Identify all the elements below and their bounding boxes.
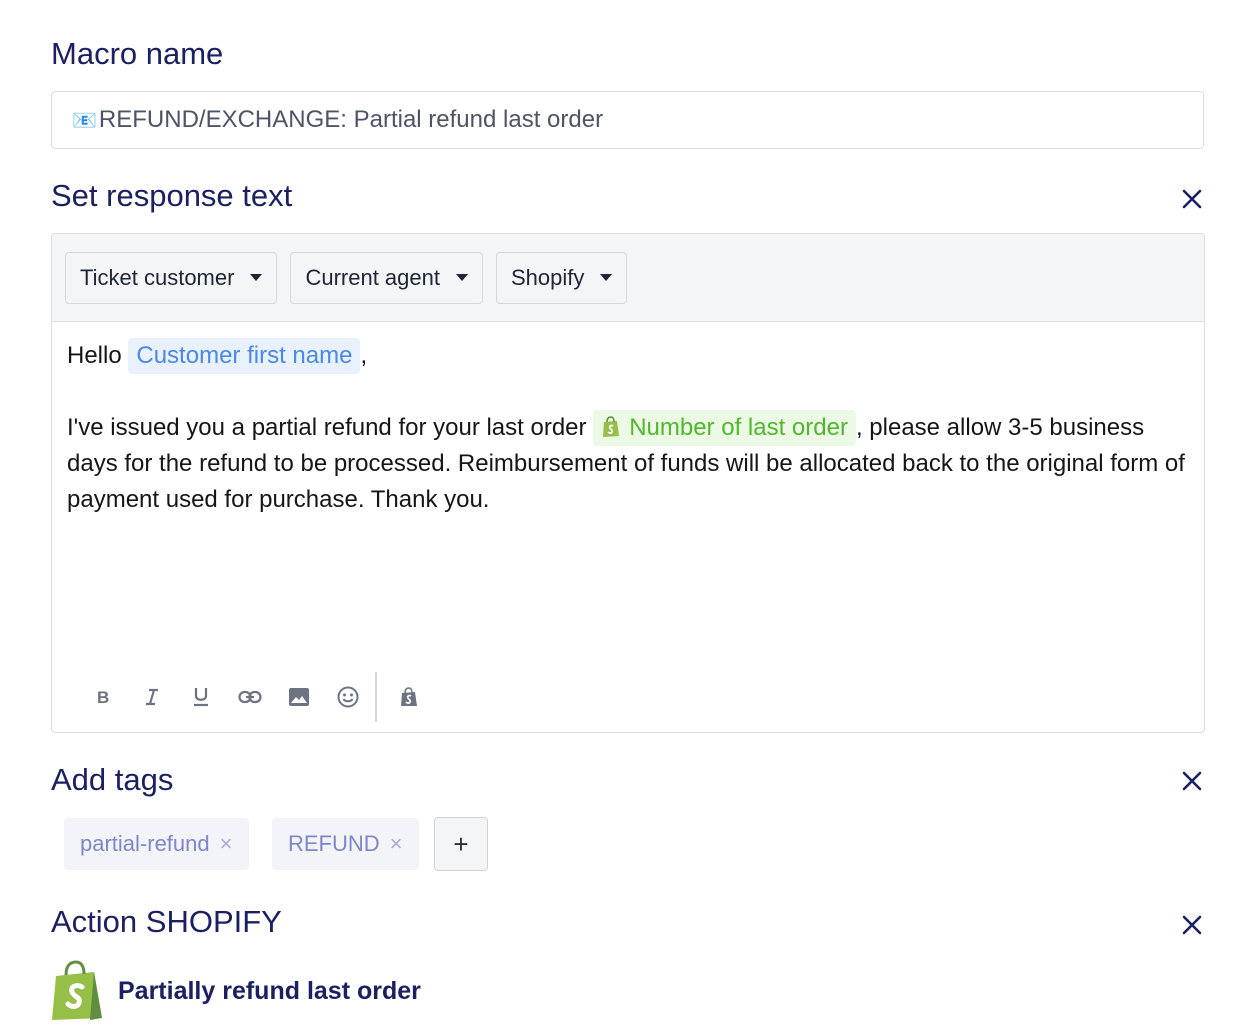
shopify-insert-button[interactable] xyxy=(384,677,433,717)
remove-tag-icon[interactable]: × xyxy=(390,831,403,857)
action-item-label: Partially refund last order xyxy=(118,976,421,1005)
shopify-icon xyxy=(400,687,417,706)
mail-icon: 📧 xyxy=(72,109,97,132)
message-paragraph: I've issued you a partial refund for you… xyxy=(67,410,1189,518)
caret-down-icon xyxy=(600,274,613,281)
tag-label: REFUND xyxy=(288,831,380,856)
remove-action-button[interactable] xyxy=(1178,911,1206,939)
response-editor: Ticket customer Current agent Shopify He… xyxy=(51,233,1205,733)
greeting-line: Hello Customer first name, xyxy=(67,338,1189,374)
order-variable-label: Number of last order xyxy=(629,414,848,441)
underline-button[interactable] xyxy=(176,677,225,717)
greeting-comma: , xyxy=(360,342,368,369)
action-shopify-heading: Action SHOPIFY xyxy=(51,904,282,939)
dropdown-label: Shopify xyxy=(510,264,585,290)
message-text-start: I've issued you a partial refund for you… xyxy=(67,414,587,441)
formatting-toolbar: B xyxy=(52,672,433,722)
underline-icon xyxy=(193,688,208,707)
bold-button[interactable]: B xyxy=(78,677,127,717)
italic-icon xyxy=(145,688,158,706)
add-tags-heading: Add tags xyxy=(51,762,174,797)
close-icon xyxy=(1182,915,1202,935)
toolbar-divider xyxy=(375,672,377,722)
greeting-text: Hello xyxy=(67,342,122,369)
variables-toolbar: Ticket customer Current agent Shopify xyxy=(52,234,1204,322)
shopify-logo-icon xyxy=(52,960,102,1020)
ticket-customer-dropdown[interactable]: Ticket customer xyxy=(65,251,278,304)
link-button[interactable] xyxy=(225,677,274,717)
remove-tags-button[interactable] xyxy=(1178,767,1206,795)
caret-down-icon xyxy=(250,274,263,281)
image-button[interactable] xyxy=(274,677,323,717)
response-text-area[interactable]: Hello Customer first name, I've issued y… xyxy=(52,322,1204,518)
bold-icon: B xyxy=(97,688,109,707)
emoji-button[interactable] xyxy=(323,677,372,717)
plus-icon: + xyxy=(453,828,469,859)
dropdown-label: Current agent xyxy=(305,264,440,290)
italic-button[interactable] xyxy=(127,677,176,717)
response-text-heading: Set response text xyxy=(51,178,293,213)
last-order-number-variable[interactable]: Number of last order xyxy=(593,410,856,446)
tag-chip: REFUND × xyxy=(272,818,419,870)
tag-label: partial-refund xyxy=(80,831,210,856)
tag-chip: partial-refund × xyxy=(64,818,249,870)
remove-response-text-button[interactable] xyxy=(1178,185,1206,213)
macro-name-value: REFUND/EXCHANGE: Partial refund last ord… xyxy=(98,106,604,133)
close-icon xyxy=(1182,771,1202,791)
dropdown-label: Ticket customer xyxy=(80,264,235,290)
remove-tag-icon[interactable]: × xyxy=(220,831,233,857)
caret-down-icon xyxy=(455,274,468,281)
close-icon xyxy=(1182,189,1202,209)
macro-name-input[interactable]: 📧 REFUND/EXCHANGE: Partial refund last o… xyxy=(51,91,1204,149)
shopify-action-item[interactable]: Partially refund last order xyxy=(50,960,421,1022)
shopify-bag-icon xyxy=(603,416,620,437)
customer-first-name-variable[interactable]: Customer first name xyxy=(128,338,361,374)
current-agent-dropdown[interactable]: Current agent xyxy=(290,251,483,304)
macro-name-heading: Macro name xyxy=(51,36,224,71)
add-tag-button[interactable]: + xyxy=(434,817,488,871)
shopify-dropdown[interactable]: Shopify xyxy=(495,251,628,304)
image-icon xyxy=(288,688,309,706)
link-icon xyxy=(237,690,262,704)
svg-text:B: B xyxy=(97,688,109,707)
emoji-icon xyxy=(337,686,358,708)
